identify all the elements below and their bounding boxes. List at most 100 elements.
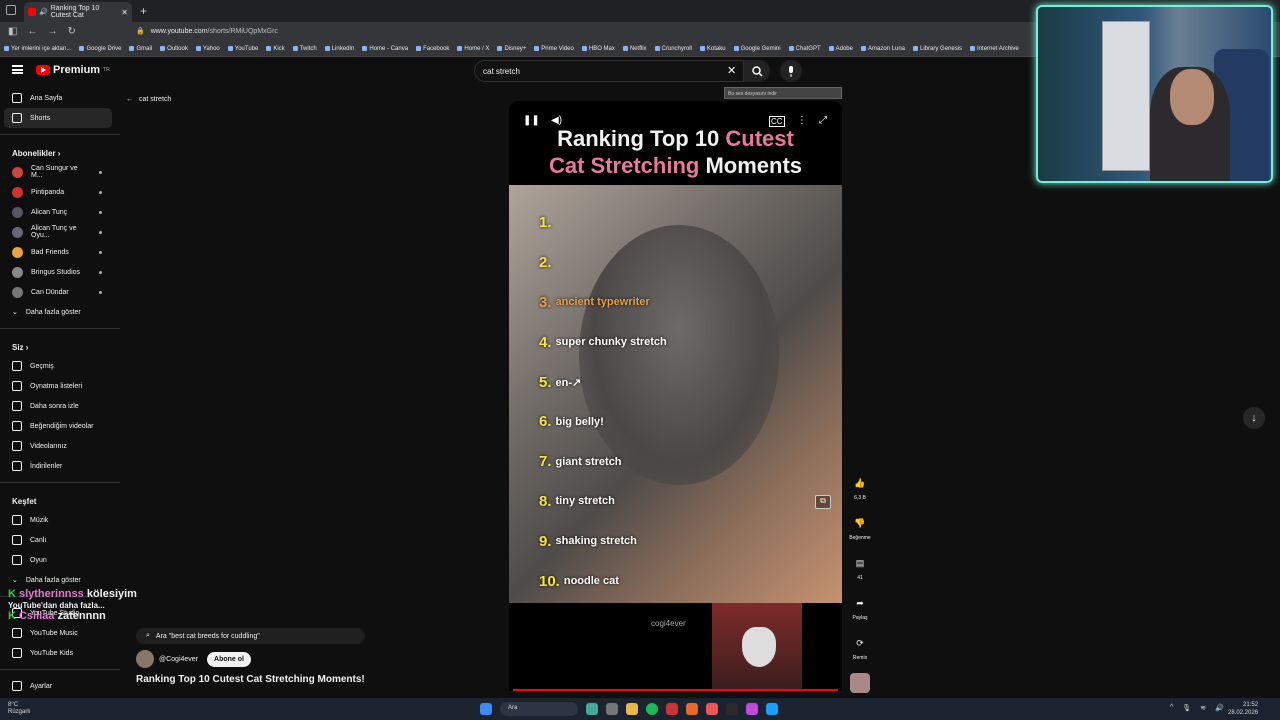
more-options-icon[interactable]: ⋮ [797, 115, 807, 126]
bookmark-item[interactable]: Outlook [160, 46, 188, 53]
sidebar-item-subs[interactable]: Bad Friends [0, 242, 120, 262]
mic-icon[interactable]: 🎙 [1182, 704, 1191, 712]
url-field[interactable]: 🔒 www.youtube.com/shorts/RMiUQpMxGrc [136, 27, 278, 36]
back-to-search-link[interactable]: ← cat stretch [126, 96, 171, 103]
bookmark-item[interactable]: Home - Canva [362, 46, 408, 53]
bookmark-item[interactable]: YouTube [228, 46, 259, 53]
sidebar-item-you[interactable]: Oynatma listeleri [0, 376, 120, 396]
sidebar-toggle-icon[interactable]: ◧ [8, 26, 17, 37]
sidebar-item-more[interactable]: YouTube Kids [0, 643, 120, 663]
taskbar-search[interactable]: Ara [500, 702, 578, 716]
browser-tab[interactable]: 🔊 Ranking Top 10 Cutest Cat ✕ [24, 2, 132, 22]
weather-widget[interactable]: 8°C Rüzgarlı [8, 702, 30, 716]
bookmark-item[interactable]: HBO Max [582, 46, 615, 53]
tab-actions-icon[interactable] [6, 5, 16, 15]
volume-icon[interactable]: 🔊 [1215, 704, 1224, 712]
bookmark-item[interactable]: Kotaku [700, 46, 726, 53]
close-tab-icon[interactable]: ✕ [121, 8, 128, 17]
show-more-subs[interactable]: ⌄ Daha fazla göster [0, 302, 120, 322]
bookmark-item[interactable]: Disney+ [497, 46, 526, 53]
like-button[interactable]: 👍 6,3 B [848, 473, 872, 502]
bookmark-item[interactable]: Internet Archive [970, 46, 1019, 53]
sidebar-item-more[interactable]: YouTube Music [0, 623, 120, 643]
bookmark-item[interactable]: LinkedIn [325, 46, 355, 53]
remix-button[interactable]: ⟳ Remix [848, 633, 872, 662]
comments-button[interactable]: ▤ 41 [848, 553, 872, 582]
sidebar-item-you[interactable]: Geçmiş [0, 356, 120, 376]
show-more-explore[interactable]: ⌄ Daha fazla göster [0, 570, 120, 590]
sidebar-item-you[interactable]: Beğendiğim videolar [0, 416, 120, 436]
back-arrow-icon[interactable]: ← [27, 26, 37, 37]
pause-icon[interactable]: ❚❚ [523, 115, 540, 126]
steam-icon[interactable] [766, 703, 778, 715]
channel-avatar[interactable] [136, 650, 154, 668]
bookmark-item[interactable]: Yer imlerini içe aktarı... [4, 46, 71, 53]
sidebar-item-you[interactable]: Daha sonra izle [0, 396, 120, 416]
forward-arrow-icon[interactable]: → [47, 26, 57, 37]
hamburger-menu-icon[interactable] [12, 65, 23, 74]
search-input[interactable]: cat stretch [474, 60, 744, 82]
sidebar-item-home[interactable]: Ana Sayfa [0, 88, 120, 108]
sound-thumbnail[interactable] [850, 673, 870, 693]
sidebar-item-subs[interactable]: Pintipanda [0, 182, 120, 202]
sidebar-item-settings[interactable]: Ayarlar [0, 676, 120, 696]
sidebar-item-explore[interactable]: Canlı [0, 530, 120, 550]
bookmark-item[interactable]: Adobe [829, 46, 853, 53]
search-button[interactable] [744, 60, 770, 82]
sidebar-item-subs[interactable]: Can Dündar [0, 282, 120, 302]
bookmark-item[interactable]: Kick [266, 46, 284, 53]
clear-search-icon[interactable]: ✕ [727, 64, 736, 77]
clock[interactable]: 21:52 28.02.2026 [1228, 701, 1258, 717]
reload-icon[interactable]: ↻ [67, 26, 75, 37]
chevron-up-icon[interactable]: ^ [1170, 704, 1173, 712]
bookmark-item[interactable]: Yahoo [196, 46, 220, 53]
bookmark-item[interactable]: Gmail [129, 46, 152, 53]
dislike-button[interactable]: 👎 Beğenme [848, 513, 872, 542]
sidebar-item-explore[interactable]: Oyun [0, 550, 120, 570]
youtube-premium-logo[interactable]: Premium TR [36, 64, 110, 76]
volume-icon[interactable]: ◀) [551, 115, 562, 126]
wifi-icon[interactable]: ≋ [1200, 704, 1206, 712]
app-icon[interactable] [586, 703, 598, 715]
file-explorer-icon[interactable] [626, 703, 638, 715]
bookmark-item[interactable]: Library Genesis [913, 46, 962, 53]
firefox-icon[interactable] [686, 703, 698, 715]
bookmark-item[interactable]: Home / X [457, 46, 489, 53]
voice-search-button[interactable] [780, 60, 802, 82]
fullscreen-icon[interactable]: ⤢ [819, 115, 827, 126]
bookmark-item[interactable]: Crunchyroll [655, 46, 692, 53]
you-heading[interactable]: Siz › [0, 335, 120, 356]
sidebar-item-you[interactable]: İndirilenler [0, 456, 120, 476]
app-icon[interactable] [666, 703, 678, 715]
next-video-button[interactable]: ↓ [1243, 407, 1265, 429]
bookmark-item[interactable]: Google Drive [79, 46, 121, 53]
video-progress-bar[interactable] [513, 689, 838, 691]
subscribe-button[interactable]: Abone ol [207, 651, 251, 667]
sidebar-item-subs[interactable]: Can Sungur ve M... [0, 162, 120, 182]
channel-name[interactable]: @Cogi4ever [159, 656, 198, 663]
spotify-icon[interactable] [646, 703, 658, 715]
bookmark-item[interactable]: ChatGPT [789, 46, 821, 53]
brave-icon[interactable] [706, 703, 718, 715]
obs-icon[interactable] [726, 703, 738, 715]
subscriptions-heading[interactable]: Abonelikler › [0, 141, 120, 162]
bookmark-item[interactable]: Netflix [623, 46, 647, 53]
task-view-icon[interactable] [606, 703, 618, 715]
new-tab-button[interactable]: + [140, 4, 147, 18]
bookmark-item[interactable]: Twitch [293, 46, 317, 53]
sidebar-item-subs[interactable]: Alican Tunç ve Oyu... [0, 222, 120, 242]
app-icon[interactable] [746, 703, 758, 715]
sidebar-item-shorts[interactable]: Shorts [4, 108, 112, 128]
sidebar-item-explore[interactable]: Müzik [0, 510, 120, 530]
sidebar-item-you[interactable]: Videolarınız [0, 436, 120, 456]
picture-in-picture-icon[interactable]: ⧉ [815, 495, 831, 509]
sidebar-item-subs[interactable]: Bringus Studios [0, 262, 120, 282]
bookmark-item[interactable]: Google Gemini [734, 46, 781, 53]
bookmark-item[interactable]: Facebook [416, 46, 449, 53]
related-search-chip[interactable]: ⌕ Ara "best cat breeds for cuddling" [136, 628, 365, 644]
bookmark-item[interactable]: Amazon Luna [861, 46, 905, 53]
download-audio-banner[interactable]: Bu ses dosyasını indir [724, 87, 842, 99]
sidebar-item-subs[interactable]: Alican Tunç [0, 202, 120, 222]
captions-icon[interactable]: CC [769, 116, 785, 127]
system-tray[interactable]: ^ 🎙 ≋ 🔊 [1170, 704, 1224, 712]
